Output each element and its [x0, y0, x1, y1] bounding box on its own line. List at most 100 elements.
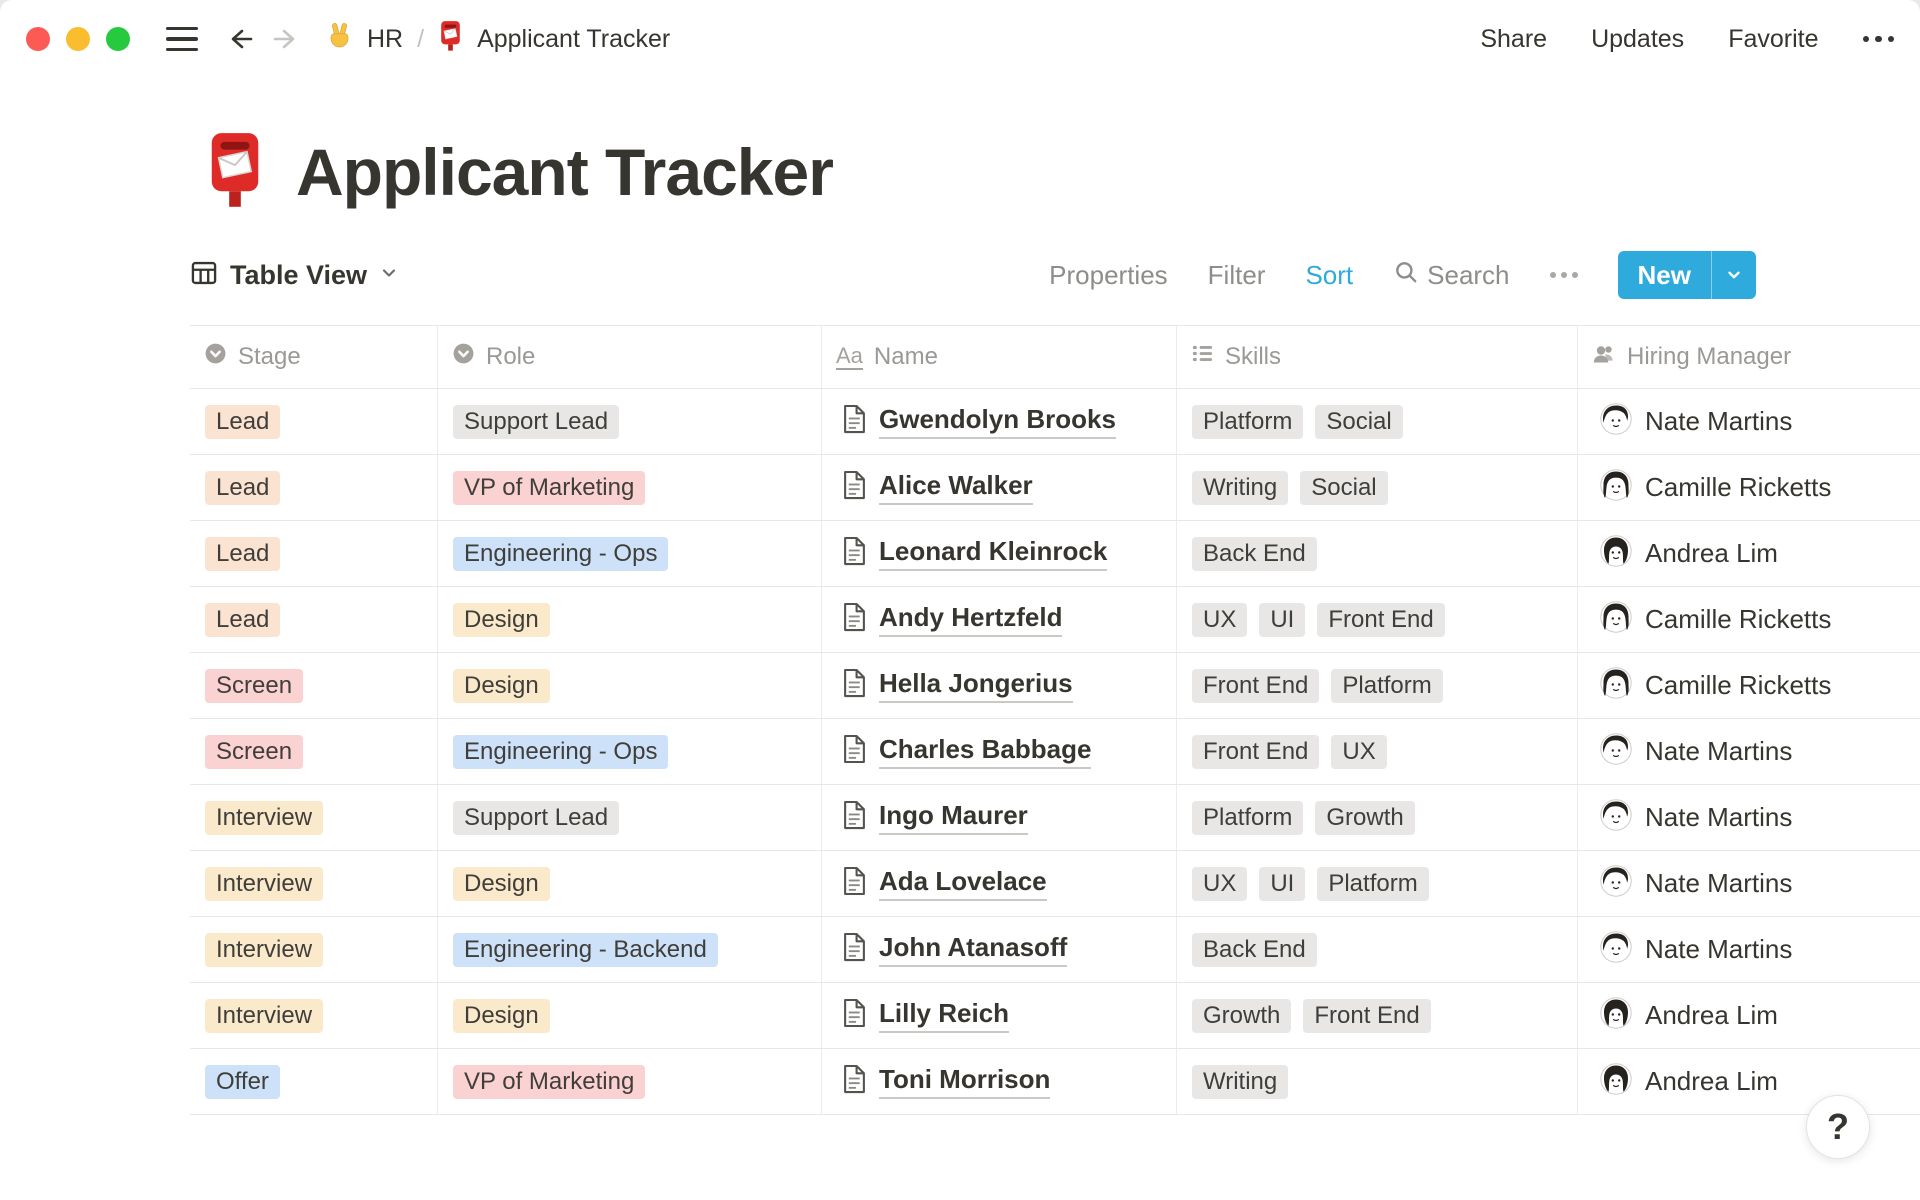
stage-cell[interactable]: Interview	[190, 917, 438, 982]
applicant-name-link[interactable]: Hella Jongerius	[879, 668, 1073, 703]
role-cell[interactable]: Design	[438, 983, 822, 1048]
hiring-manager-cell[interactable]: Andrea Lim	[1578, 521, 1920, 586]
skills-cell[interactable]: Writing Social	[1177, 455, 1578, 520]
skill-tag[interactable]: Growth	[1192, 998, 1292, 1033]
column-header-skills[interactable]: Skills	[1177, 326, 1578, 388]
name-cell[interactable]: Andy Hertzfeld	[822, 587, 1177, 652]
stage-tag[interactable]: Lead	[205, 404, 281, 439]
skills-cell[interactable]: Back End	[1177, 521, 1578, 586]
breadcrumb-page[interactable]: Applicant Tracker	[477, 25, 670, 54]
role-cell[interactable]: Design	[438, 851, 822, 916]
stage-cell[interactable]: Lead	[190, 587, 438, 652]
stage-cell[interactable]: Interview	[190, 851, 438, 916]
role-cell[interactable]: VP of Marketing	[438, 455, 822, 520]
new-button[interactable]: New	[1617, 251, 1756, 299]
hiring-manager-cell[interactable]: Nate Martins	[1578, 851, 1920, 916]
role-cell[interactable]: Support Lead	[438, 389, 822, 454]
skill-tag[interactable]: Platform	[1192, 404, 1304, 439]
skill-tag[interactable]: Back End	[1192, 536, 1317, 571]
role-tag[interactable]: Design	[453, 998, 550, 1033]
stage-cell[interactable]: Offer	[190, 1049, 438, 1114]
applicant-name-link[interactable]: John Atanasoff	[879, 932, 1068, 967]
stage-cell[interactable]: Lead	[190, 521, 438, 586]
skill-tag[interactable]: Growth	[1315, 800, 1415, 835]
applicant-name-link[interactable]: Toni Morrison	[879, 1064, 1051, 1099]
applicant-name-link[interactable]: Charles Babbage	[879, 734, 1092, 769]
stage-tag[interactable]: Interview	[205, 800, 324, 835]
stage-cell[interactable]: Interview	[190, 785, 438, 850]
name-cell[interactable]: Toni Morrison	[822, 1049, 1177, 1114]
search-button[interactable]: Search	[1393, 259, 1510, 292]
sort-button[interactable]: Sort	[1305, 260, 1353, 291]
stage-cell[interactable]: Lead	[190, 389, 438, 454]
hiring-manager-cell[interactable]: Andrea Lim	[1578, 983, 1920, 1048]
stage-cell[interactable]: Interview	[190, 983, 438, 1048]
role-cell[interactable]: Design	[438, 587, 822, 652]
skills-cell[interactable]: Front End UX	[1177, 719, 1578, 784]
new-button-label[interactable]: New	[1618, 251, 1711, 299]
skill-tag[interactable]: Platform	[1192, 800, 1304, 835]
filter-button[interactable]: Filter	[1208, 260, 1266, 291]
applicant-name-link[interactable]: Ingo Maurer	[879, 800, 1028, 835]
skill-tag[interactable]: Back End	[1192, 932, 1317, 967]
role-cell[interactable]: Design	[438, 653, 822, 718]
applicant-name-link[interactable]: Gwendolyn Brooks	[879, 404, 1116, 439]
hiring-manager-cell[interactable]: Camille Ricketts	[1578, 455, 1920, 520]
skill-tag[interactable]: UX	[1331, 734, 1387, 769]
hiring-manager-cell[interactable]: Nate Martins	[1578, 389, 1920, 454]
forward-arrow-icon[interactable]	[270, 24, 300, 54]
name-cell[interactable]: Ingo Maurer	[822, 785, 1177, 850]
stage-cell[interactable]: Screen	[190, 719, 438, 784]
role-tag[interactable]: VP of Marketing	[453, 470, 646, 505]
stage-cell[interactable]: Lead	[190, 455, 438, 520]
sidebar-menu-icon[interactable]	[166, 26, 198, 52]
skills-cell[interactable]: Platform Growth	[1177, 785, 1578, 850]
stage-tag[interactable]: Interview	[205, 998, 324, 1033]
skill-tag[interactable]: Writing	[1192, 470, 1289, 505]
name-cell[interactable]: John Atanasoff	[822, 917, 1177, 982]
skills-cell[interactable]: Back End	[1177, 917, 1578, 982]
role-tag[interactable]: Design	[453, 668, 550, 703]
hiring-manager-cell[interactable]: Andrea Lim	[1578, 1049, 1920, 1114]
name-cell[interactable]: Alice Walker	[822, 455, 1177, 520]
share-button[interactable]: Share	[1480, 25, 1547, 54]
role-tag[interactable]: Design	[453, 866, 550, 901]
skill-tag[interactable]: UX	[1192, 602, 1248, 637]
role-cell[interactable]: Engineering - Ops	[438, 521, 822, 586]
help-button[interactable]: ?	[1806, 1095, 1870, 1159]
stage-tag[interactable]: Screen	[205, 668, 304, 703]
stage-tag[interactable]: Offer	[205, 1064, 280, 1099]
skill-tag[interactable]: Front End	[1192, 734, 1320, 769]
hiring-manager-cell[interactable]: Nate Martins	[1578, 719, 1920, 784]
role-tag[interactable]: VP of Marketing	[453, 1064, 646, 1099]
favorite-button[interactable]: Favorite	[1728, 25, 1818, 54]
hiring-manager-cell[interactable]: Nate Martins	[1578, 917, 1920, 982]
skill-tag[interactable]: Writing	[1192, 1064, 1289, 1099]
hiring-manager-cell[interactable]: Camille Ricketts	[1578, 587, 1920, 652]
name-cell[interactable]: Charles Babbage	[822, 719, 1177, 784]
stage-tag[interactable]: Screen	[205, 734, 304, 769]
column-header-stage[interactable]: Stage	[190, 326, 438, 388]
skill-tag[interactable]: UX	[1192, 866, 1248, 901]
minimize-window-button[interactable]	[66, 27, 90, 51]
skill-tag[interactable]: Front End	[1317, 602, 1445, 637]
skills-cell[interactable]: Front End Platform	[1177, 653, 1578, 718]
skill-tag[interactable]: UI	[1259, 866, 1306, 901]
maximize-window-button[interactable]	[106, 27, 130, 51]
role-cell[interactable]: Engineering - Ops	[438, 719, 822, 784]
role-tag[interactable]: Support Lead	[453, 800, 620, 835]
updates-button[interactable]: Updates	[1591, 25, 1684, 54]
applicant-name-link[interactable]: Ada Lovelace	[879, 866, 1047, 901]
view-selector[interactable]: Table View	[190, 259, 399, 292]
skill-tag[interactable]: Social	[1300, 470, 1388, 505]
skills-cell[interactable]: Platform Social	[1177, 389, 1578, 454]
skills-cell[interactable]: UX UI Front End	[1177, 587, 1578, 652]
role-tag[interactable]: Engineering - Ops	[453, 734, 669, 769]
role-tag[interactable]: Support Lead	[453, 404, 620, 439]
new-dropdown-chevron-icon[interactable]	[1712, 251, 1756, 299]
hiring-manager-cell[interactable]: Nate Martins	[1578, 785, 1920, 850]
skill-tag[interactable]: Social	[1315, 404, 1403, 439]
stage-tag[interactable]: Interview	[205, 932, 324, 967]
breadcrumb-workspace[interactable]: HR	[367, 25, 403, 54]
stage-tag[interactable]: Interview	[205, 866, 324, 901]
